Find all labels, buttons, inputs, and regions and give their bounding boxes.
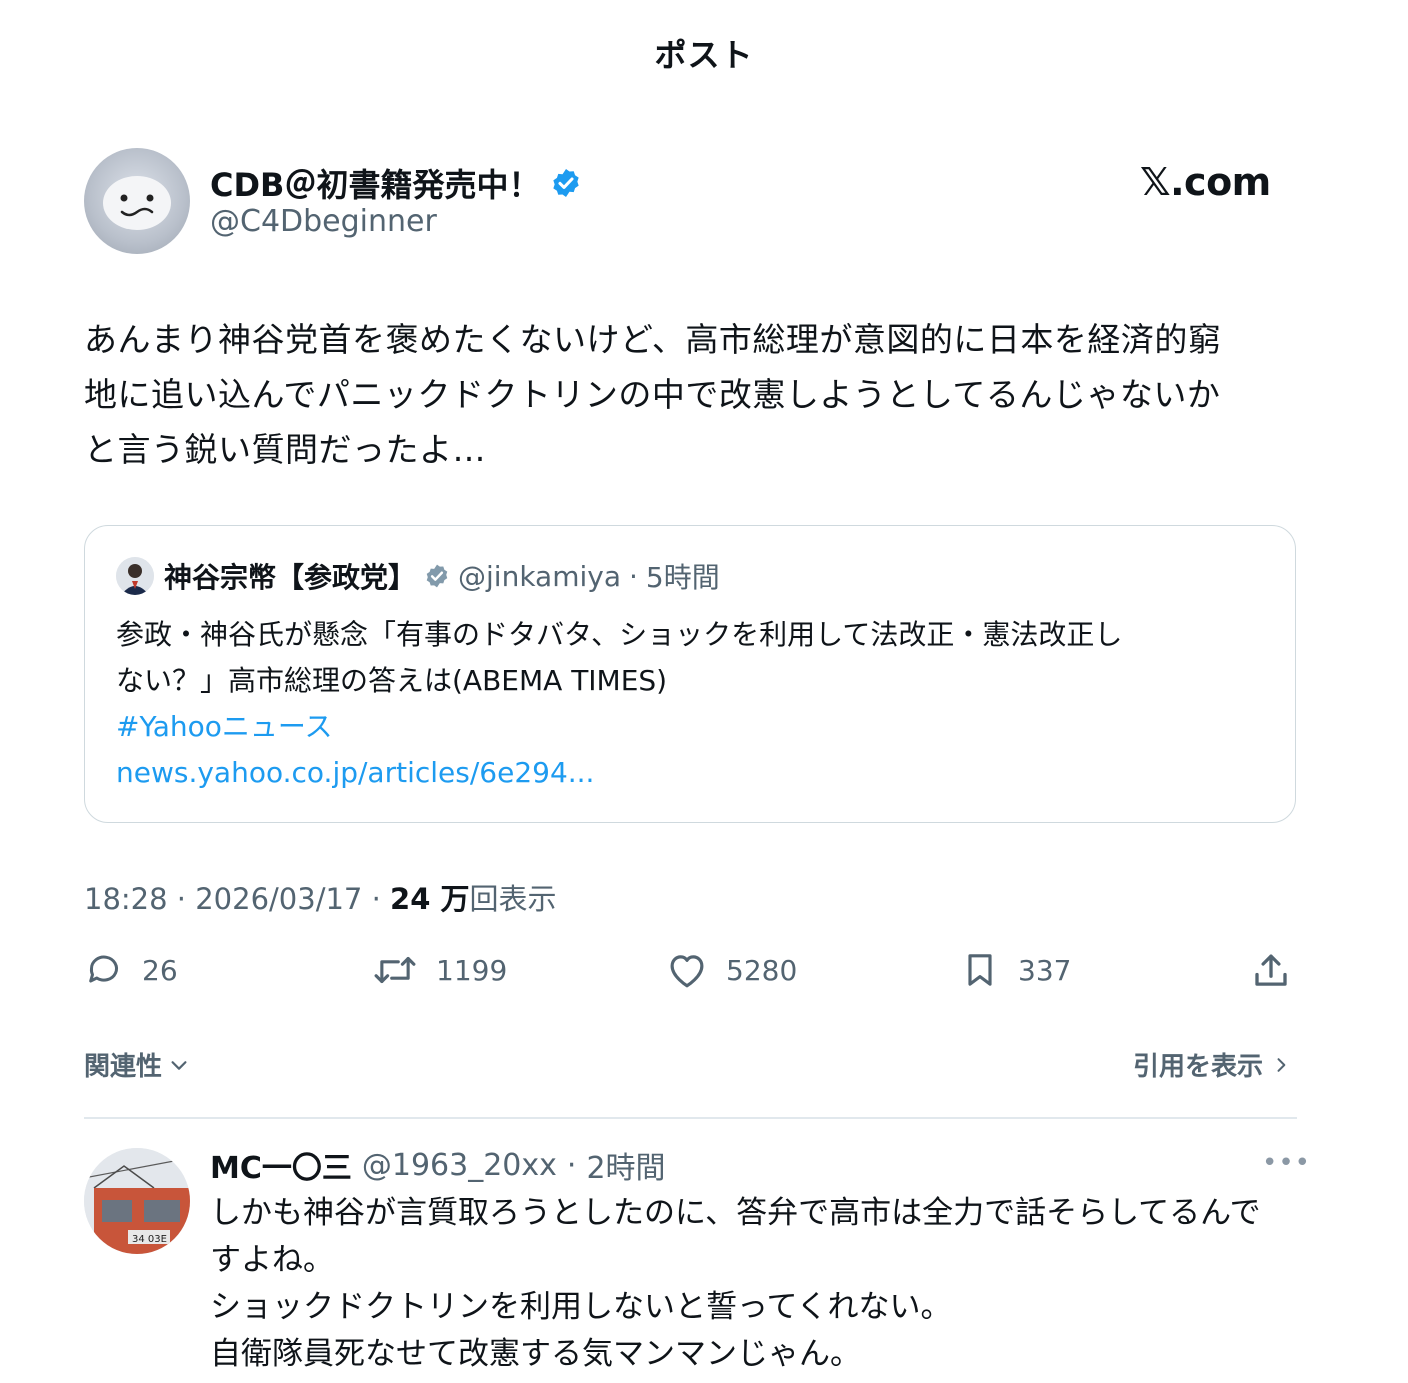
chevron-down-icon bbox=[171, 1060, 187, 1070]
more-options-icon[interactable]: ••• bbox=[1262, 1148, 1311, 1178]
reply-header: MC一〇三 @1963_20xx · 2時間 bbox=[210, 1143, 666, 1187]
reply-button[interactable]: 26 bbox=[84, 950, 178, 990]
separator-dot: · bbox=[176, 882, 196, 916]
quoted-post-header: 神谷宗幣【参政党】 @jinkamiya · 5時間 bbox=[164, 556, 720, 596]
separator-dot: · bbox=[371, 882, 391, 916]
page-title: ポスト bbox=[654, 36, 754, 74]
post-text: あんまり神谷党首を褒めたくないけど、高市総理が意図的に日本を経済的窮 地に追い込… bbox=[84, 320, 1222, 469]
reply-text-line: しかも神谷が言質取ろうとしたのに、答弁で高市は全力で話そらしてるんで bbox=[210, 1195, 1261, 1231]
chevron-right-icon bbox=[1277, 1057, 1286, 1072]
avatar-face-icon bbox=[103, 176, 171, 230]
brand-logo: 𝕏.com bbox=[1140, 160, 1271, 204]
person-avatar-icon bbox=[116, 557, 154, 595]
post-metadata: 18:28 · 2026/03/17 · 24 万回表示 bbox=[84, 876, 557, 918]
reply-text-line: すよね。 bbox=[210, 1242, 334, 1278]
reply-author-handle[interactable]: @1963_20xx bbox=[362, 1148, 557, 1183]
view-quotes-link[interactable]: 引用を表示 bbox=[1133, 1046, 1291, 1083]
reply-author-avatar[interactable]: 34 03E bbox=[84, 1148, 190, 1254]
bookmark-count: 337 bbox=[1018, 953, 1072, 987]
reply-author-name[interactable]: MC一〇三 bbox=[210, 1143, 352, 1187]
divider bbox=[84, 1117, 1297, 1119]
hashtag-link[interactable]: #Yahooニュース bbox=[116, 704, 1276, 750]
separator-dot: · bbox=[566, 1147, 577, 1183]
sort-label: 関連性 bbox=[84, 1052, 163, 1082]
quoted-author-name[interactable]: 神谷宗幣【参政党】 bbox=[164, 556, 416, 596]
quoted-author-avatar bbox=[116, 557, 154, 595]
reply-text-line: 自衛隊員死なせて改憲する気マンマンじゃん。 bbox=[210, 1336, 861, 1372]
quoted-author-handle: @jinkamiya bbox=[458, 559, 621, 593]
verified-badge-icon[interactable] bbox=[550, 167, 582, 199]
view-count: 24 万 bbox=[390, 882, 470, 916]
svg-text:34 03E: 34 03E bbox=[132, 1234, 167, 1245]
share-icon bbox=[1255, 954, 1287, 986]
article-link[interactable]: news.yahoo.co.jp/articles/6e294... bbox=[116, 750, 1276, 796]
like-button[interactable]: 5280 bbox=[666, 950, 797, 990]
train-photo-icon: 34 03E bbox=[84, 1148, 190, 1254]
author-avatar[interactable] bbox=[84, 148, 190, 254]
post-date[interactable]: 2026/03/17 bbox=[195, 882, 362, 916]
quoted-text-line: 参政・神谷氏が懸念「有事のドタバタ、ショックを利用して法改正・憲法改正し bbox=[116, 618, 1123, 651]
separator-dot: · bbox=[628, 559, 638, 593]
reply-bubble-icon bbox=[89, 955, 118, 983]
reply-text-line: ショックドクトリンを利用しないと誓ってくれない。 bbox=[210, 1289, 952, 1325]
repost-count: 1199 bbox=[436, 953, 508, 987]
bookmark-icon bbox=[968, 954, 992, 986]
author-display-name[interactable]: CDB＠初書籍発売中！ bbox=[210, 160, 582, 206]
repost-button[interactable]: 1199 bbox=[372, 950, 507, 990]
reply-time[interactable]: 2時間 bbox=[586, 1143, 665, 1187]
views-label: 回表示 bbox=[469, 882, 557, 916]
quoted-post-body: 参政・神谷氏が懸念「有事のドタバタ、ショックを利用して法改正・憲法改正し ない？… bbox=[116, 612, 1276, 796]
quoted-text-line: ない？」高市総理の答えは(ABEMA TIMES) bbox=[116, 664, 668, 697]
sort-relevance-dropdown[interactable]: 関連性 bbox=[84, 1046, 190, 1083]
like-count: 5280 bbox=[726, 953, 798, 987]
view-quotes-label: 引用を表示 bbox=[1133, 1052, 1264, 1082]
reply-count: 26 bbox=[142, 953, 178, 987]
repost-icon bbox=[374, 956, 416, 984]
quoted-post-time: 5時間 bbox=[645, 561, 720, 594]
heart-icon bbox=[670, 955, 704, 988]
author-handle[interactable]: @C4Dbeginner bbox=[210, 204, 437, 239]
share-button[interactable] bbox=[1250, 950, 1292, 992]
reply-text: しかも神谷が言質取ろうとしたのに、答弁で高市は全力で話そらしてるんで すよね。 … bbox=[210, 1190, 1300, 1378]
post-time[interactable]: 18:28 bbox=[84, 882, 168, 916]
author-name-text: CDB＠初書籍発売中！ bbox=[210, 166, 541, 204]
bookmark-button[interactable]: 337 bbox=[960, 950, 1071, 990]
gray-verified-badge-icon bbox=[426, 564, 448, 588]
